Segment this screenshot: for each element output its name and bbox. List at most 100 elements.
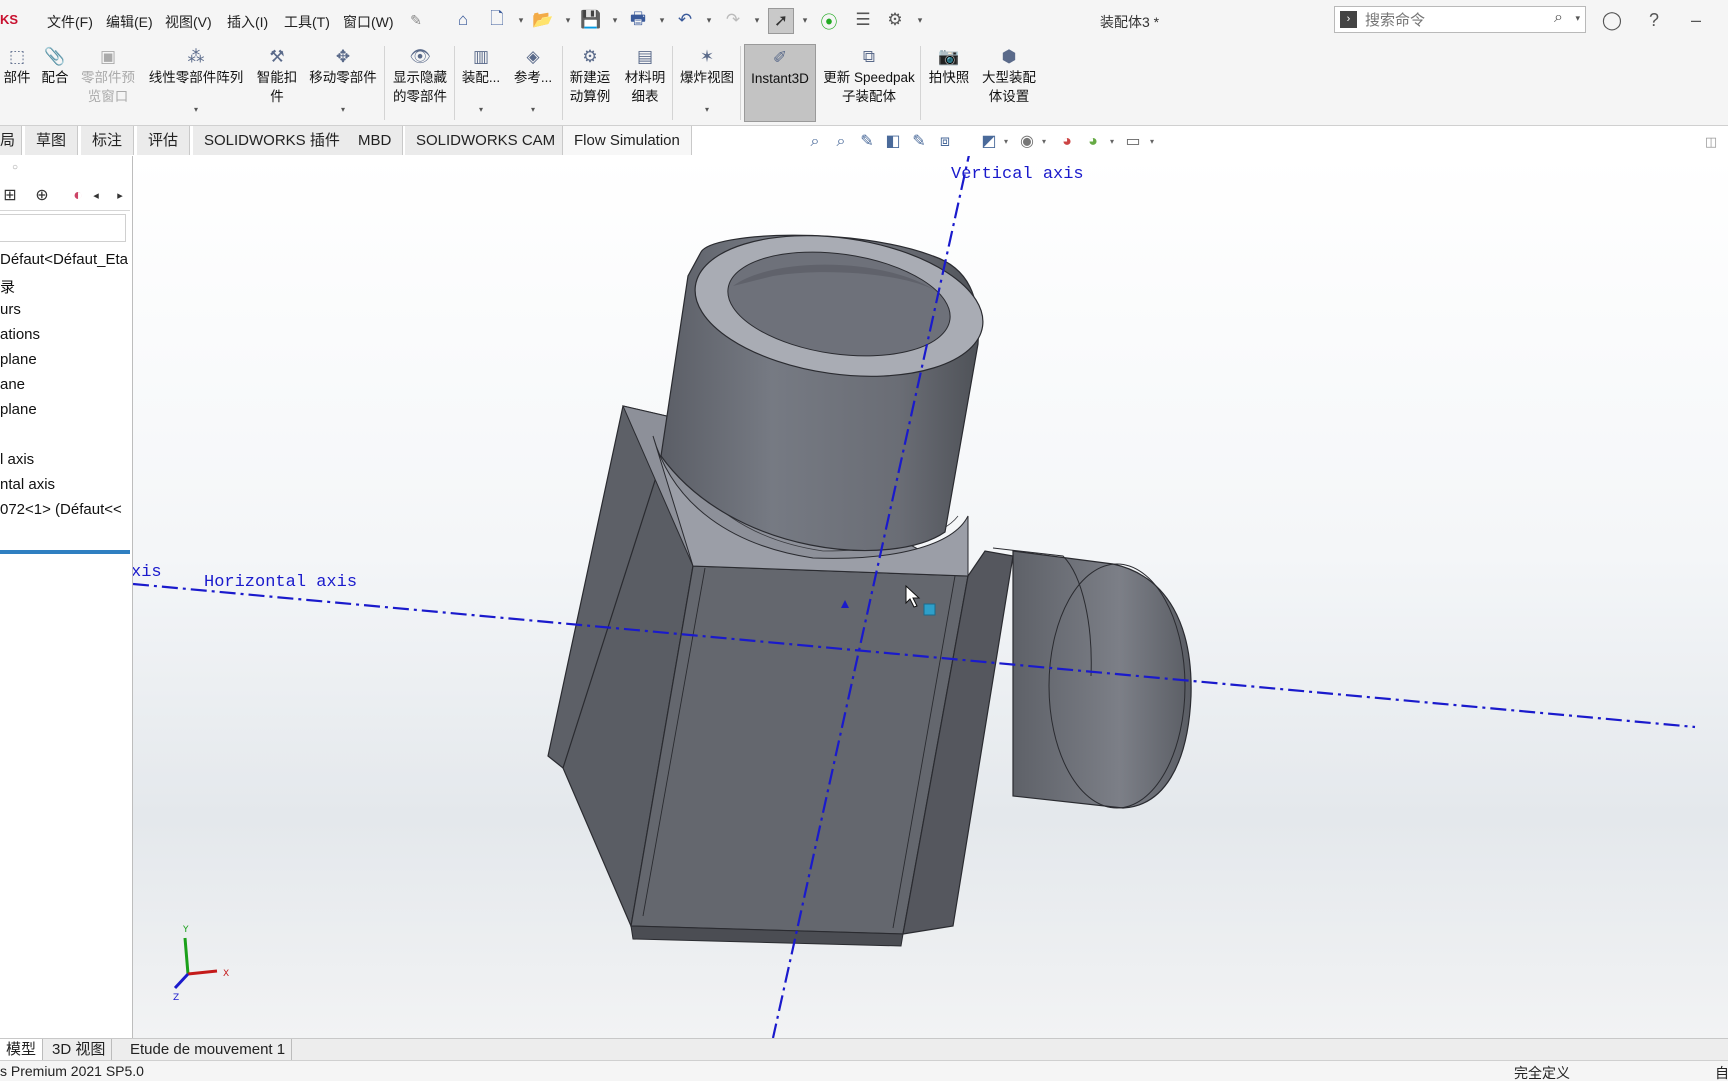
new-motion-study-button[interactable]: ⚙ 新建运 动算例 <box>566 44 614 122</box>
menu-file[interactable]: 文件(F) <box>47 12 93 32</box>
hide-show-dropdown-icon[interactable]: ▾ <box>1040 131 1048 153</box>
previous-view-icon[interactable]: ✎ <box>856 131 878 153</box>
tree-item-plane-2[interactable]: ane <box>0 376 25 393</box>
menu-insert[interactable]: 插入(I) <box>227 12 268 32</box>
options-dropdown-icon[interactable]: ▾ <box>915 8 925 32</box>
menu-tools[interactable]: 工具(T) <box>284 12 330 32</box>
insert-components-button[interactable]: ⬚ 部件 <box>0 44 34 122</box>
mate-button[interactable]: 📎 配合 <box>38 44 72 122</box>
display-manager-tab-icon[interactable]: ◐ <box>68 186 88 206</box>
tab-sketch[interactable]: 草图 <box>25 126 79 155</box>
upper-tube[interactable] <box>660 218 992 552</box>
account-icon[interactable]: ◯ <box>1600 8 1624 32</box>
hide-show-items-icon[interactable]: ◉ <box>1016 131 1038 153</box>
new-document-icon[interactable]: 🗋 <box>485 8 509 32</box>
collapse-taskpane-icon[interactable]: ◫ <box>1700 131 1722 153</box>
property-manager-tab-icon[interactable]: ⊞ <box>0 186 20 206</box>
select-dropdown-icon[interactable]: ▾ <box>800 8 810 32</box>
tab-flow-simulation[interactable]: Flow Simulation <box>562 126 692 155</box>
scroll-right-icon[interactable]: ▸ <box>110 186 130 206</box>
tree-item-plane-1[interactable]: plane <box>0 351 37 368</box>
undo-dropdown-icon[interactable]: ▾ <box>704 8 714 32</box>
zoom-to-fit-icon[interactable]: ⌕ <box>804 131 826 153</box>
save-icon[interactable]: 💾 <box>579 8 603 32</box>
help-icon[interactable]: ? <box>1642 8 1666 32</box>
file-properties-icon[interactable]: ☰ <box>851 8 875 32</box>
update-speedpak-button[interactable]: ⧉ 更新 Speedpak 子装配体 <box>822 44 916 122</box>
view-orientation-icon[interactable]: ⧈ <box>934 131 956 153</box>
smart-fasteners-button[interactable]: ⚒ 智能扣 件 <box>252 44 302 122</box>
open-dropdown-icon[interactable]: ▾ <box>563 8 573 32</box>
exploded-view-button[interactable]: ✶ 爆炸视图 ▾ <box>676 44 738 122</box>
tab-motion-study-1[interactable]: Etude de mouvement 1 <box>124 1039 293 1060</box>
pin-icon[interactable]: ✎ <box>404 8 428 32</box>
tab-solidworks-cam[interactable]: SOLIDWORKS CAM <box>405 126 568 155</box>
move-component-button[interactable]: ✥ 移动零部件 ▾ <box>306 44 380 122</box>
component-preview-button[interactable]: ▣ 零部件预 览窗口 <box>76 44 140 122</box>
section-view-icon[interactable]: ◧ <box>882 131 904 153</box>
linear-pattern-dropdown-icon[interactable]: ▾ <box>194 105 198 114</box>
command-search-box[interactable]: › ⌕ ▾ <box>1334 6 1586 33</box>
edit-appearance-icon[interactable]: ◕ <box>1056 131 1078 153</box>
zoom-to-area-icon[interactable]: ⌕ <box>830 131 852 153</box>
view-settings-dropdown-icon[interactable]: ▾ <box>1148 131 1156 153</box>
move-component-dropdown-icon[interactable]: ▾ <box>341 105 345 114</box>
tab-model[interactable]: 模型 <box>0 1039 44 1060</box>
tab-layout[interactable]: 局 <box>0 126 23 155</box>
select-pointer-icon[interactable]: ➚ <box>768 8 794 34</box>
search-dropdown-icon[interactable]: ▾ <box>1575 13 1580 24</box>
take-snapshot-button[interactable]: 📷 拍快照 <box>924 44 974 122</box>
minimize-icon[interactable]: – <box>1684 8 1708 32</box>
display-style-dropdown-icon[interactable]: ▾ <box>1002 131 1010 153</box>
search-icon[interactable]: ⌕ <box>1554 9 1563 27</box>
assembly-features-button[interactable]: ▥ 装配... ▾ <box>458 44 504 122</box>
tab-markup[interactable]: 标注 <box>81 126 135 155</box>
redo-icon[interactable]: ↷ <box>721 8 745 32</box>
menu-window[interactable]: 窗口(W) <box>343 12 394 32</box>
undo-icon[interactable]: ↶ <box>673 8 697 32</box>
apply-scene-dropdown-icon[interactable]: ▾ <box>1108 131 1116 153</box>
options-gear-icon[interactable]: ⚙ <box>883 8 907 32</box>
tree-item-plane-3[interactable]: plane <box>0 401 37 418</box>
menu-edit[interactable]: 编辑(E) <box>106 12 153 32</box>
assembly-features-dropdown-icon[interactable]: ▾ <box>479 105 483 114</box>
menu-view[interactable]: 视图(V) <box>165 12 212 32</box>
model-canvas[interactable]: Vertical axis Horizontal axis xis Y X Z <box>133 156 1728 1038</box>
bill-of-materials-button[interactable]: ▤ 材料明 细表 <box>620 44 670 122</box>
rebuild-traffic-light-icon[interactable]: ⦿ <box>817 8 841 32</box>
scroll-left-icon[interactable]: ◂ <box>86 186 106 206</box>
side-boss[interactable] <box>992 547 1192 809</box>
view-settings-monitor-icon[interactable]: ▭ <box>1122 131 1144 153</box>
tree-item-annotations[interactable]: ations <box>0 326 40 343</box>
print-dropdown-icon[interactable]: ▾ <box>657 8 667 32</box>
tab-3d-views[interactable]: 3D 视图 <box>46 1039 113 1060</box>
tree-item-sensors[interactable]: urs <box>0 301 21 318</box>
print-icon[interactable]: 🖶 <box>626 8 650 32</box>
open-icon[interactable]: 📂 <box>531 8 555 32</box>
graphics-viewport[interactable]: Vertical axis Horizontal axis xis Y X Z <box>133 156 1728 1038</box>
search-input[interactable] <box>1363 10 1537 31</box>
dynamic-annotation-icon[interactable]: ✎ <box>908 131 930 153</box>
instant3d-handle[interactable] <box>923 603 936 616</box>
linear-pattern-button[interactable]: ⁂ 线性零部件阵列 ▾ <box>144 44 248 122</box>
home-icon[interactable]: ⌂ <box>451 8 475 32</box>
tab-solidworks-addins[interactable]: SOLIDWORKS 插件 <box>193 126 352 155</box>
new-dropdown-icon[interactable]: ▾ <box>516 8 526 32</box>
large-assembly-settings-button[interactable]: ⬢ 大型装配 体设置 <box>978 44 1040 122</box>
instant3d-button[interactable]: ✐ Instant3D <box>744 44 816 122</box>
tree-item-history[interactable]: 录 <box>0 276 15 297</box>
reference-geometry-button[interactable]: ◈ 参考... ▾ <box>508 44 558 122</box>
tree-filter-box[interactable] <box>0 214 126 242</box>
tree-item-part-component[interactable]: 072<1> (Défaut<< <box>0 501 122 518</box>
tree-item-assembly-config[interactable]: Défaut<Défaut_Eta <box>0 251 128 268</box>
reference-geometry-dropdown-icon[interactable]: ▾ <box>531 105 535 114</box>
tab-mbd[interactable]: MBD <box>347 126 404 155</box>
display-style-icon[interactable]: ◩ <box>978 131 1000 153</box>
tab-evaluate[interactable]: 评估 <box>137 126 191 155</box>
save-dropdown-icon[interactable]: ▾ <box>610 8 620 32</box>
dimxpert-tab-icon[interactable]: ⊕ <box>32 186 52 206</box>
panel-splitter[interactable] <box>0 550 130 554</box>
redo-dropdown-icon[interactable]: ▾ <box>752 8 762 32</box>
exploded-view-dropdown-icon[interactable]: ▾ <box>705 105 709 114</box>
show-hidden-components-button[interactable]: 👁 显示隐藏 的零部件 <box>388 44 452 122</box>
